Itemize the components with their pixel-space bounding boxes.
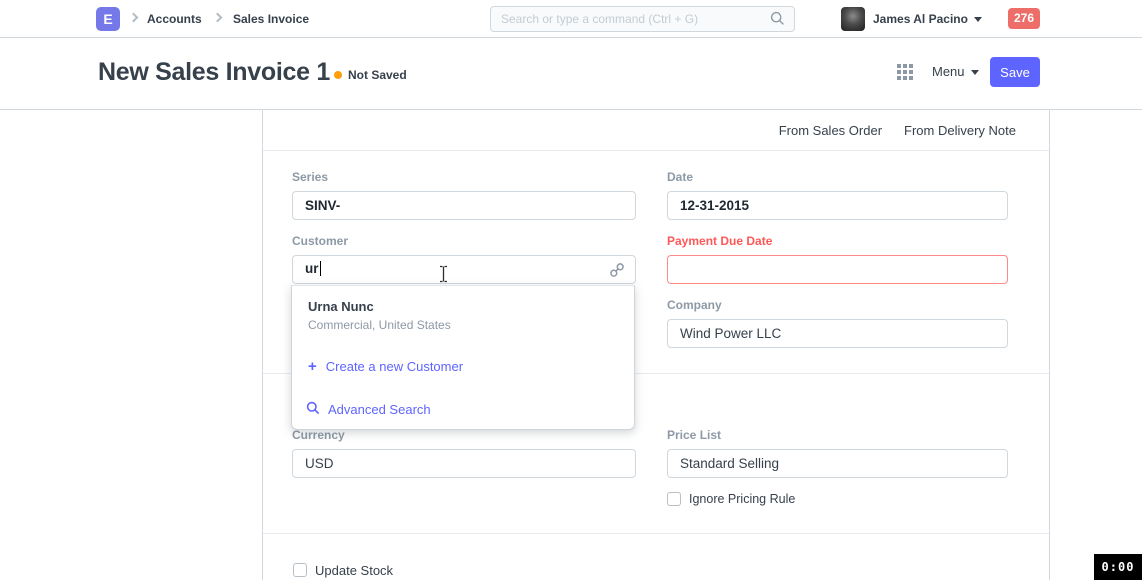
ignore-pricing-rule-label[interactable]: Ignore Pricing Rule bbox=[689, 492, 795, 506]
save-button[interactable]: Save bbox=[990, 57, 1040, 87]
price-list-input[interactable] bbox=[667, 449, 1008, 478]
update-stock-checkbox[interactable] bbox=[293, 563, 307, 577]
customer-input[interactable]: ur bbox=[292, 255, 636, 284]
update-stock-label[interactable]: Update Stock bbox=[315, 563, 393, 578]
section-divider bbox=[263, 533, 1049, 534]
breadcrumb-sales-invoice[interactable]: Sales Invoice bbox=[233, 12, 309, 26]
date-input[interactable] bbox=[667, 191, 1008, 220]
payment-due-date-input[interactable] bbox=[667, 255, 1008, 284]
plus-icon: + bbox=[308, 358, 317, 375]
app-logo[interactable]: E bbox=[96, 7, 120, 31]
text-caret bbox=[320, 261, 321, 276]
company-label: Company bbox=[667, 298, 722, 312]
price-list-label: Price List bbox=[667, 428, 721, 442]
ignore-pricing-rule-checkbox[interactable] bbox=[667, 492, 681, 506]
user-avatar[interactable] bbox=[841, 7, 865, 31]
top-navbar: E Accounts Sales Invoice James Al Pacino… bbox=[0, 0, 1142, 38]
company-input[interactable] bbox=[667, 319, 1008, 348]
advanced-search-button[interactable]: Advanced Search bbox=[306, 401, 431, 418]
customer-option-subtitle: Commercial, United States bbox=[308, 318, 451, 332]
menu-button[interactable]: Menu bbox=[932, 64, 979, 79]
unsaved-indicator-dot bbox=[334, 71, 342, 79]
breadcrumb-chevron-icon bbox=[129, 13, 139, 23]
caret-down-icon bbox=[971, 70, 979, 75]
page-header: New Sales Invoice 1 Not Saved Menu Save bbox=[0, 38, 1142, 110]
caret-down-icon bbox=[974, 17, 982, 22]
grid-view-icon[interactable] bbox=[897, 64, 915, 82]
user-menu[interactable]: James Al Pacino bbox=[873, 12, 982, 26]
series-label: Series bbox=[292, 170, 328, 184]
customer-input-value: ur bbox=[305, 261, 319, 276]
series-input[interactable] bbox=[292, 191, 636, 220]
currency-label: Currency bbox=[292, 428, 345, 442]
form-actions-row: From Sales Order From Delivery Note bbox=[263, 110, 1049, 151]
page-title: New Sales Invoice 1 bbox=[98, 58, 330, 87]
from-sales-order-button[interactable]: From Sales Order bbox=[779, 123, 882, 138]
create-new-customer-button[interactable]: +Create a new Customer bbox=[308, 358, 463, 375]
link-icon[interactable] bbox=[609, 262, 625, 283]
customer-label: Customer bbox=[292, 234, 348, 248]
recording-timer-badge: 0:00 bbox=[1094, 554, 1142, 580]
app-window: E Accounts Sales Invoice James Al Pacino… bbox=[0, 0, 1142, 580]
global-search-input[interactable] bbox=[490, 6, 795, 32]
from-delivery-note-button[interactable]: From Delivery Note bbox=[904, 123, 1016, 138]
search-icon bbox=[770, 11, 785, 31]
breadcrumb-accounts[interactable]: Accounts bbox=[147, 12, 202, 26]
date-label: Date bbox=[667, 170, 693, 184]
search-icon bbox=[306, 401, 320, 418]
customer-option-title: Urna Nunc bbox=[308, 299, 374, 314]
customer-autocomplete-dropdown: Urna Nunc Commercial, United States +Cre… bbox=[291, 285, 635, 430]
notification-badge[interactable]: 276 bbox=[1008, 8, 1040, 29]
unsaved-status-label: Not Saved bbox=[348, 68, 407, 82]
currency-input[interactable] bbox=[292, 449, 636, 478]
payment-due-date-label: Payment Due Date bbox=[667, 234, 772, 248]
breadcrumb-chevron-icon bbox=[213, 13, 223, 23]
